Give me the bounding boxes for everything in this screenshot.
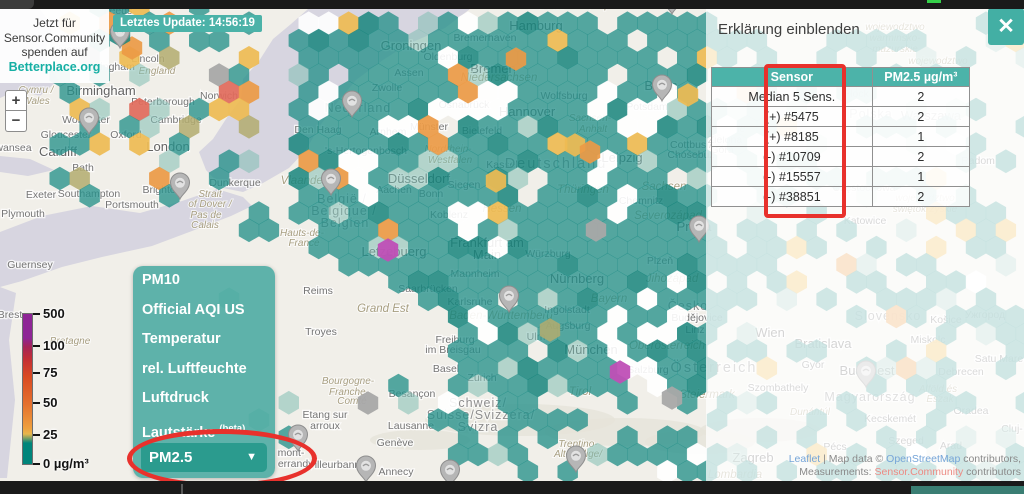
layer-item-temperatur[interactable]: Temperatur [133,325,275,355]
legend-tick-label: 50 [43,395,57,410]
zoom-in-button[interactable]: + [5,90,27,111]
map-label: Genève [377,437,414,449]
map-label: Reims [303,285,333,297]
attribution-text: contributors, [960,453,1021,465]
table-cell: 2 [872,107,969,127]
bottom-bar-divider [181,484,183,494]
explanation-toggle[interactable]: Erklärung einblenden [718,21,860,38]
pin-face [326,174,336,184]
legend-tick-label: 75 [43,365,57,380]
pin-face [504,291,514,301]
table-cell: 2 [872,147,969,167]
sensor-community-map-app: LeedsHullLiverpoolLincolnNottinghamEngla… [0,0,1024,494]
pin-face [293,430,303,440]
legend-tick [33,313,40,315]
legend-tick [33,434,40,436]
attribution-line2: Measurements: Sensor.Community contribut… [789,466,1021,479]
pin-face [361,461,371,471]
bottom-chrome-bar [0,481,1024,494]
table-cell: 2 [872,187,969,207]
map-label: Basel [433,363,459,375]
map-label: Exeter [26,189,57,201]
attribution-text: | Map data © [820,453,886,465]
leaflet-link[interactable]: Leaflet [789,453,821,465]
map-label: of Dover / [188,199,233,210]
layer-item-official-aqi-us[interactable]: Official AQI US [133,296,275,326]
layer-item-luftdruck[interactable]: Luftdruck [133,384,275,414]
legend-tick-label: 500 [43,306,65,321]
pin-face [657,80,667,90]
pin-face [347,96,357,106]
legend-tick [33,463,40,465]
zoom-out-button[interactable]: − [5,111,27,132]
donation-line: Jetzt für [0,16,109,31]
map-label: Grand Est [357,303,410,315]
last-update-badge: Letztes Update: 14:56:19 [113,15,262,32]
legend-tick-label: 100 [43,338,65,353]
pin-face [175,178,185,188]
legend-tick [33,402,40,404]
donation-box: Jetzt für Sensor.Community spenden auf B… [0,9,109,83]
close-icon[interactable]: ✕ [988,8,1024,45]
map-attribution: Leaflet | Map data © OpenStreetMap contr… [789,453,1021,479]
legend-gradient-bar [22,313,33,465]
map-label: Portsmouth [105,199,159,211]
map-label: Troyes [305,326,337,338]
donation-line: spenden auf [0,45,109,60]
donation-line: Sensor.Community [0,31,109,46]
top-bar-tab [0,0,34,9]
sensor-community-link[interactable]: Sensor.Community [875,466,964,478]
map-label: Plymouth [1,208,45,220]
map-label: Annecy [378,466,414,478]
map-label: Swansea [0,142,32,154]
map-label: arroux [310,420,341,432]
table-cell: 1 [872,167,969,187]
table-header-cell: PM2.5 µg/m³ [872,68,969,87]
attribution-text: Measurements: [799,466,874,478]
attribution-text: contributors [963,466,1021,478]
legend-tick [33,345,40,347]
pin-face [694,221,704,231]
map-label: Bourgogne- [322,376,375,387]
teal-ui-fragment [911,486,1024,494]
annotation-rect-sensor-column [764,64,846,218]
color-scale-legend: 500 100 75 50 25 0 µg/m³ [0,305,120,481]
pin-face [445,465,455,475]
openstreetmap-link[interactable]: OpenStreetMap [886,453,960,465]
legend-tick-label: 25 [43,427,57,442]
betterplace-link[interactable]: Betterplace.org [9,60,101,74]
legend-tick-label: 0 µg/m³ [43,456,89,471]
legend-tick [33,372,40,374]
annotation-ellipse-pm25 [127,429,317,488]
pin-face [571,451,581,461]
zoom-control: + − [5,90,27,132]
table-cell: 1 [872,127,969,147]
attribution-line1: Leaflet | Map data © OpenStreetMap contr… [789,453,1021,466]
layer-item-rel-luftfeuchte[interactable]: rel. Luftfeuchte [133,355,275,385]
map-label: Guernsey [7,259,53,271]
pin-face [84,113,94,123]
map-label: Calais [191,220,219,231]
top-chrome-bar [0,0,1024,9]
loading-indicator [927,0,941,3]
table-cell: 2 [872,87,969,107]
layer-item-pm10[interactable]: PM10 [133,266,275,296]
